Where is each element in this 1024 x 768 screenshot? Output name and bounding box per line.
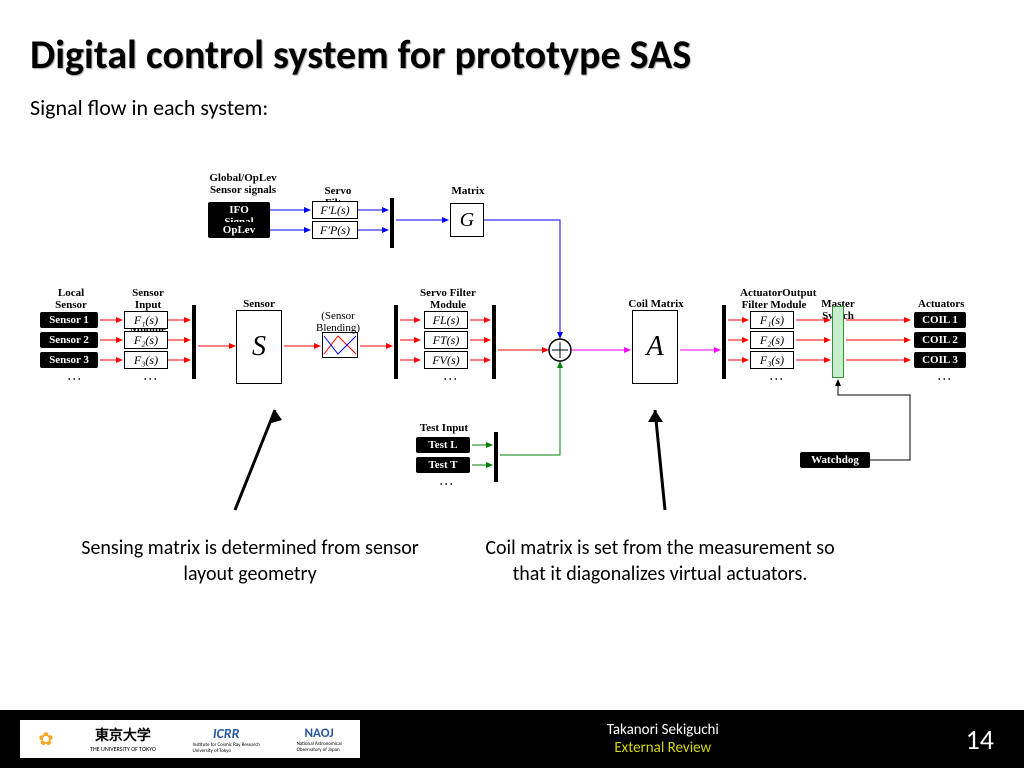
box-coil1: COIL 1 bbox=[914, 312, 966, 328]
page-number: 14 bbox=[966, 722, 994, 757]
label-actuators: Actuators bbox=[918, 298, 964, 310]
box-coil2: COIL 2 bbox=[914, 332, 966, 348]
slide-footer: ✿ 東京大学 THE UNIVERSITY OF TOKYO ICRR Inst… bbox=[0, 710, 1024, 768]
box-testl: Test L bbox=[416, 437, 470, 453]
dots-f: ⋮ bbox=[142, 372, 159, 384]
box-oplev: OpLev bbox=[208, 222, 270, 238]
box-fv: FV(s) bbox=[424, 351, 468, 369]
bar-right1 bbox=[722, 305, 726, 379]
box-f1: F₁(s) bbox=[124, 311, 168, 329]
box-f2: F₂(s) bbox=[124, 331, 168, 349]
bar-mid2 bbox=[492, 305, 496, 379]
label-matrix: Matrix bbox=[450, 185, 486, 197]
logo-icrr: ICRR Institute for Cosmic Ray Research U… bbox=[192, 725, 259, 754]
box-a: A bbox=[632, 310, 678, 384]
master-switch bbox=[832, 306, 844, 378]
note-coil: Coil matrix is set from the measurement … bbox=[480, 535, 840, 587]
bar-mid1 bbox=[394, 305, 398, 379]
bar-test bbox=[494, 432, 498, 482]
label-blending: (Sensor Blending) bbox=[316, 310, 360, 334]
signal-flow-diagram: Global/OpLev Sensor signals Servo Filter… bbox=[40, 170, 984, 550]
label-servo2: Servo Filter Module bbox=[420, 287, 476, 311]
box-af2: F₂(s) bbox=[750, 331, 794, 349]
box-watchdog: Watchdog bbox=[800, 452, 870, 468]
box-ft: FT(s) bbox=[424, 331, 468, 349]
box-coil3: COIL 3 bbox=[914, 352, 966, 368]
box-af1: F₁(s) bbox=[750, 311, 794, 329]
box-af3: F₃(s) bbox=[750, 351, 794, 369]
logo-tokyo-text: 東京大学 THE UNIVERSITY OF TOKYO bbox=[90, 725, 156, 753]
logo-strip: ✿ 東京大学 THE UNIVERSITY OF TOKYO ICRR Inst… bbox=[20, 720, 360, 758]
logo-tokyo: ✿ bbox=[38, 728, 53, 750]
box-sensor3: Sensor 3 bbox=[40, 352, 98, 368]
slide-subtitle: Signal flow in each system: bbox=[0, 89, 1024, 131]
box-fprime-p: F′P(s) bbox=[312, 221, 358, 239]
dots-fv: ⋮ bbox=[442, 372, 459, 384]
box-f3: F₃(s) bbox=[124, 351, 168, 369]
note-sensing: Sensing matrix is determined from sensor… bbox=[70, 535, 430, 587]
dots-coils: ⋮ bbox=[936, 372, 953, 384]
bar-top bbox=[390, 198, 394, 248]
dots-sensors: ⋮ bbox=[66, 372, 83, 384]
box-testt: Test T bbox=[416, 457, 470, 473]
box-s: S bbox=[236, 310, 282, 384]
author-name: Takanori Sekiguchi bbox=[360, 721, 966, 739]
box-sensor1: Sensor 1 bbox=[40, 312, 98, 328]
label-coilmatrix: Coil Matrix bbox=[628, 298, 684, 310]
slide-title: Digital control system for prototype SAS bbox=[0, 0, 1024, 89]
review-label: External Review bbox=[360, 739, 966, 757]
label-global: Global/OpLev Sensor signals bbox=[208, 172, 278, 196]
arrow-sensing bbox=[220, 400, 300, 520]
dots-af: ⋮ bbox=[768, 372, 785, 384]
box-g: G bbox=[450, 203, 484, 237]
label-testinput: Test Input bbox=[416, 422, 472, 434]
box-sensor2: Sensor 2 bbox=[40, 332, 98, 348]
arrow-coil bbox=[610, 400, 690, 520]
footer-center: Takanori Sekiguchi External Review bbox=[360, 721, 966, 757]
box-blending-graph bbox=[322, 332, 358, 358]
logo-naoj: NAOJ National Astronomical Observatory o… bbox=[297, 726, 342, 753]
box-fprime-l: F′L(s) bbox=[312, 201, 358, 219]
label-actuator: ActuatorOutput Filter Module bbox=[740, 287, 808, 311]
bar-left bbox=[192, 305, 196, 379]
dots-test: ⋮ bbox=[438, 477, 455, 489]
box-fl: FL(s) bbox=[424, 311, 468, 329]
